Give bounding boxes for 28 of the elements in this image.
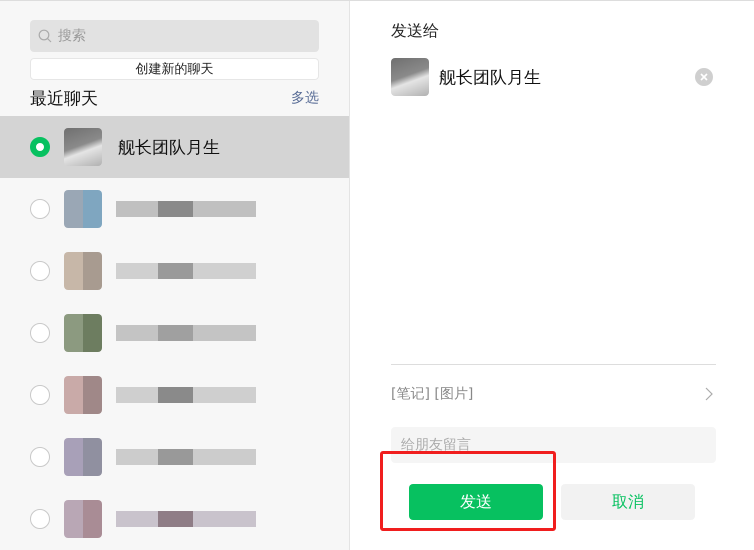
- message-field[interactable]: 给朋友留言: [391, 427, 716, 463]
- send-to-title: 发送给: [391, 21, 440, 42]
- radio-button[interactable]: [30, 509, 50, 529]
- radio-button[interactable]: [30, 261, 50, 281]
- new-chat-button[interactable]: 创建新的聊天: [30, 58, 319, 80]
- attachment-summary: [笔记] [图片]: [391, 385, 474, 403]
- radio-button[interactable]: [30, 447, 50, 467]
- section-title: 最近聊天: [30, 88, 98, 110]
- photo-placeholder: [64, 128, 102, 166]
- pixelated-avatar: [64, 500, 102, 538]
- multi-select-link[interactable]: 多选: [291, 89, 319, 108]
- contact-row[interactable]: 舰长团队月生: [0, 116, 349, 178]
- pixelated-avatar: [64, 438, 102, 476]
- photo-placeholder: [391, 58, 429, 96]
- radio-button[interactable]: [30, 323, 50, 343]
- pixelated-avatar: [64, 252, 102, 290]
- pixelated-avatar: [64, 190, 102, 228]
- close-icon[interactable]: [695, 68, 713, 86]
- search-icon: [38, 29, 52, 43]
- chevron-right-icon[interactable]: [705, 387, 713, 401]
- radio-button[interactable]: [30, 137, 50, 157]
- contact-name: 舰长团队月生: [118, 136, 220, 158]
- recipient-name: 舰长团队月生: [439, 66, 542, 88]
- radio-button[interactable]: [30, 385, 50, 405]
- radio-button[interactable]: [30, 199, 50, 219]
- pixelated-avatar: [64, 376, 102, 414]
- pixelated-avatar: [64, 314, 102, 352]
- search-field[interactable]: 搜索: [30, 20, 319, 52]
